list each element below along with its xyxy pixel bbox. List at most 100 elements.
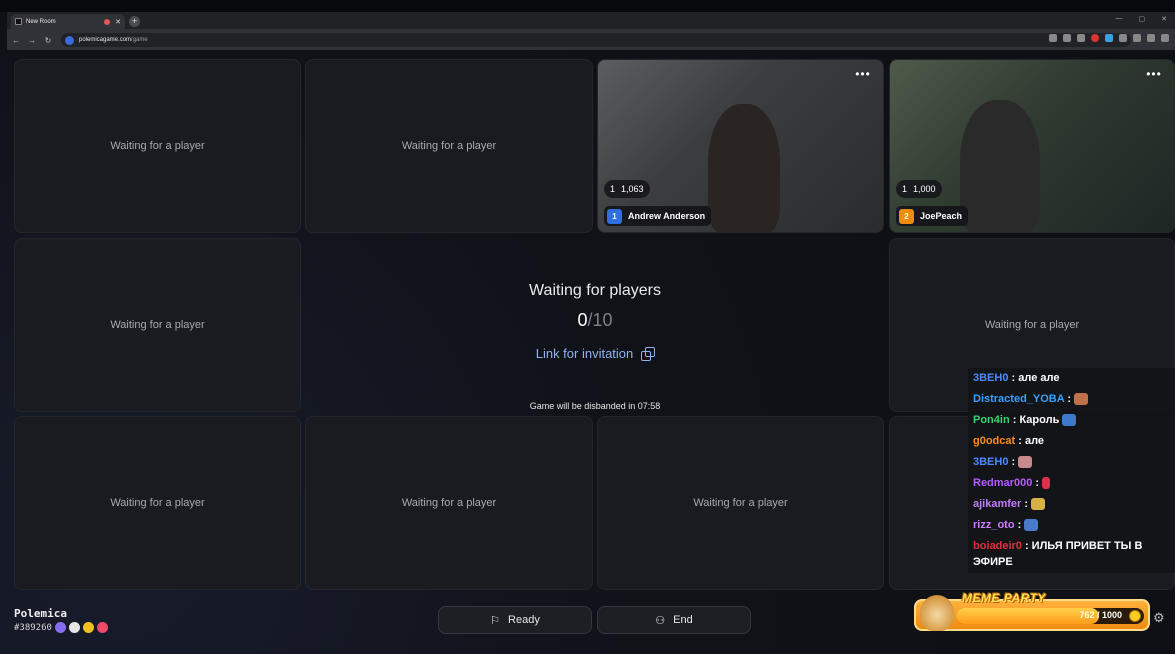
chat-text: : — [1064, 393, 1072, 405]
settings-icon[interactable]: ⚙ — [1153, 610, 1165, 626]
slot-waiting-label: Waiting for a player — [401, 140, 497, 152]
more-options-icon[interactable]: ••• — [1142, 68, 1166, 84]
chat-username: ajikamfer — [973, 498, 1022, 510]
chat-username: 3BEH0 — [973, 372, 1009, 384]
forward-icon[interactable]: → — [25, 36, 39, 45]
tab-close-icon[interactable]: ✕ — [115, 18, 121, 26]
video-feed — [960, 100, 1040, 232]
player-score: 1,000 — [913, 184, 936, 194]
coin-icon — [1129, 610, 1141, 622]
chat-username: boiadeir0 — [973, 540, 1022, 552]
meme-count-total: / 1000 — [1094, 610, 1122, 620]
bookmark-star-icon[interactable] — [1077, 34, 1085, 42]
copy-icon[interactable] — [641, 347, 656, 361]
nav-bar: ← → ↻ polemicagame.com/game — [7, 31, 1175, 50]
game-room: Waiting for a player Waiting for a playe… — [0, 50, 1175, 654]
player-nameplate: 1 Andrew Anderson — [604, 206, 712, 226]
player-number-badge: 2 — [899, 208, 914, 224]
profile-id-row: #389260 — [14, 622, 108, 633]
flag-icon: ⚐ — [490, 614, 501, 627]
chat-message: Redmar000 : — [968, 473, 1175, 494]
extension-blue-icon[interactable] — [1105, 34, 1113, 42]
player-name: JoePeach — [920, 211, 963, 221]
minimize-icon[interactable]: — — [1116, 15, 1123, 23]
chat-username: 3BEH0 — [973, 456, 1009, 468]
player-count: 0/10 — [308, 310, 882, 331]
meme-progress-bar: 762 / 1000 — [956, 608, 1144, 624]
player-video-tile[interactable]: ••• 1 1,063 1 Andrew Anderson — [597, 59, 884, 233]
reload-icon[interactable]: ↻ — [41, 36, 55, 45]
chat-text: : — [1032, 477, 1040, 489]
user-profile[interactable]: Polemica #389260 — [14, 607, 108, 633]
extension-icons — [1049, 34, 1169, 42]
player-slot[interactable]: Waiting for a player — [305, 59, 593, 233]
disband-timer: Game will be disbanded in 07:58 — [529, 401, 661, 411]
site-info-icon[interactable] — [65, 35, 74, 45]
video-feed — [708, 104, 780, 232]
player-score: 1,063 — [621, 184, 644, 194]
ready-button[interactable]: ⚐ Ready — [438, 606, 592, 634]
close-window-icon[interactable]: ✕ — [1161, 15, 1167, 23]
player-count-current: 0 — [577, 310, 588, 330]
sidepanel-icon[interactable] — [1133, 34, 1141, 42]
player-slot[interactable]: Waiting for a player — [597, 416, 884, 590]
lives-count: 1 — [902, 184, 908, 194]
recording-icon — [104, 18, 111, 25]
chat-message: boiadeir0 : ИЛЬЯ ПРИВЕТ ТЫ В ЭФИРЕ — [968, 536, 1175, 573]
chat-username: rizz_oto — [973, 519, 1015, 531]
player-count-total: /10 — [587, 310, 613, 330]
player-slot[interactable]: Waiting for a player — [14, 416, 301, 590]
emote-icon — [1018, 456, 1033, 469]
extensions-puzzle-icon[interactable] — [1119, 34, 1127, 42]
more-options-icon[interactable]: ••• — [851, 68, 875, 84]
end-button[interactable]: ⚇ End — [597, 606, 751, 634]
chat-message: rizz_oto : — [968, 515, 1175, 536]
zoom-icon[interactable] — [1063, 34, 1071, 42]
player-slot[interactable]: Waiting for a player — [305, 416, 593, 590]
slot-waiting-label: Waiting for a player — [110, 140, 205, 152]
profile-icon[interactable] — [1147, 34, 1155, 42]
chat-username: g0odcat — [973, 435, 1016, 447]
new-tab-button[interactable]: + — [129, 16, 140, 27]
extension-red-icon[interactable] — [1091, 34, 1099, 42]
chat-message: Pon4in : Кароль — [968, 410, 1175, 431]
browser-tab[interactable]: New Room ✕ — [11, 14, 125, 29]
back-icon[interactable]: ← — [9, 36, 23, 45]
invite-link-button[interactable]: Link for invitation — [308, 346, 882, 361]
chat-username: Pon4in — [973, 414, 1010, 426]
meme-progress-fill — [956, 608, 1100, 624]
meme-count-current: 762 — [1079, 610, 1095, 620]
chat-text: : — [1021, 498, 1029, 510]
player-name: Andrew Anderson — [628, 211, 706, 221]
player-slot[interactable]: Waiting for a player — [14, 59, 301, 233]
waiting-panel: Waiting for players 0/10 Link for invita… — [308, 238, 882, 416]
profile-id: #389260 — [14, 622, 52, 633]
chat-message: g0odcat : але — [968, 431, 1175, 452]
meme-count: 762 / 1000 — [1079, 610, 1122, 620]
chat-username: Distracted_YOBA — [973, 393, 1065, 405]
maximize-icon[interactable]: ▢ — [1139, 15, 1146, 23]
slot-waiting-label: Waiting for a player — [693, 497, 788, 509]
lives-count: 1 — [610, 184, 616, 194]
chat-text: : — [1008, 456, 1016, 468]
address-bar[interactable]: polemicagame.com/game — [61, 33, 1131, 47]
emote-icon — [1074, 393, 1089, 406]
player-number-badge: 1 — [607, 208, 622, 224]
chat-message: Distracted_YOBA : — [968, 389, 1175, 410]
badge-icon — [54, 622, 66, 633]
chat-message: 3BEH0 : але але — [968, 368, 1175, 389]
menu-icon[interactable] — [1161, 34, 1169, 42]
player-video-tile[interactable]: ••• 1 1,000 2 JoePeach — [889, 59, 1175, 233]
player-nameplate: 2 JoePeach — [896, 206, 969, 226]
url-host: polemicagame.com — [79, 37, 132, 43]
chat-text: : але але — [1008, 372, 1060, 384]
doge-icon — [920, 595, 954, 631]
player-slot[interactable]: Waiting for a player — [14, 238, 301, 412]
slot-waiting-label: Waiting for a player — [984, 319, 1080, 331]
profile-name: Polemica — [14, 607, 67, 620]
badge-icon — [68, 622, 80, 633]
slot-waiting-label: Waiting for a player — [110, 497, 205, 509]
user-remove-icon: ⚇ — [655, 614, 666, 627]
translate-icon[interactable] — [1049, 34, 1057, 42]
waiting-title: Waiting for players — [529, 282, 661, 299]
